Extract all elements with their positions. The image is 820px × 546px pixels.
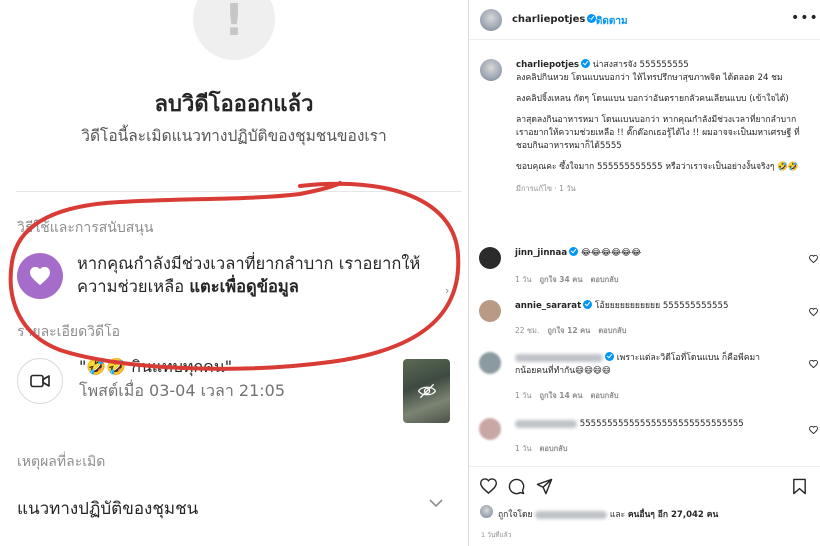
caption-line: ลงคลิปกินหวย โดนแบนบอกว่า ให้ไทรปรึกษาสุ… bbox=[516, 73, 783, 83]
video-posted-date: โพสต์เมื่อ 03-04 เวลา 21:05 bbox=[79, 381, 286, 400]
comment-meta: 1 วัน ถูกใจ 34 คน ตอบกลับ bbox=[515, 274, 627, 286]
likes-and: และ bbox=[609, 510, 626, 520]
liker-avatar[interactable] bbox=[480, 505, 493, 518]
caption-line: ขอบคุณคะ ซึ้งใจมาก 555555555555 หรือว่าเ… bbox=[516, 162, 799, 172]
comment-likes[interactable]: ถูกใจ 12 คน bbox=[547, 326, 590, 335]
reply-button[interactable]: ตอบกลับ bbox=[598, 326, 626, 335]
comment-body: เพราะแต่ละวิดีโอที่โดนแบน ก็คือพีคมากน้อ… bbox=[515, 352, 780, 377]
caption-prefix: น่าสงสารจัง 555555555 bbox=[592, 60, 689, 70]
instagram-post-panel: charliepotjes • ติดตาม ••• charliepotjes… bbox=[469, 0, 820, 546]
blurred-username bbox=[515, 353, 603, 362]
violation-section-label: เหตุผลที่ละเมิด bbox=[17, 454, 106, 470]
comment-body: annie_sararat โอ้ยยยยยยยยยยย 55555555555… bbox=[515, 300, 780, 313]
likes-summary[interactable]: ถูกใจโดย และ คนอื่นๆ อีก 27,042 คน bbox=[498, 507, 718, 521]
likes-prefix: ถูกใจโดย bbox=[498, 510, 533, 520]
chevron-down-icon[interactable] bbox=[428, 498, 444, 508]
eye-off-icon bbox=[417, 383, 436, 399]
follow-button[interactable]: • ติดตาม bbox=[586, 14, 628, 29]
chevron-right-icon[interactable]: › bbox=[445, 284, 449, 297]
removed-video-panel: ! ลบวิดีโอออกแล้ว วิดีโอนี้ละเมิดแนวทางป… bbox=[0, 0, 468, 546]
warning-glyph: ! bbox=[223, 0, 245, 46]
heart-icon bbox=[17, 253, 63, 299]
caption-username[interactable]: charliepotjes bbox=[516, 60, 579, 70]
comment-meta: 1 วัน ถูกใจ 14 คน ตอบกลับ bbox=[515, 390, 627, 402]
help-message[interactable]: หากคุณกำลังมีช่วงเวลาที่ยากลำบาก เราอยาก… bbox=[77, 252, 437, 298]
likes-count[interactable]: คนอื่นๆ อีก 27,042 คน bbox=[628, 510, 718, 520]
comment-avatar[interactable] bbox=[479, 300, 501, 322]
comment-meta: 22 ชม. ถูกใจ 12 คน ตอบกลับ bbox=[515, 325, 634, 337]
comment-likes[interactable]: ถูกใจ 14 คน bbox=[540, 391, 583, 400]
page-subtitle: วิดีโอนี้ละเมิดแนวทางปฏิบัติของชุมชนของเ… bbox=[81, 127, 387, 145]
page-title: ลบวิดีโอออกแล้ว bbox=[154, 92, 314, 117]
like-heart-icon[interactable] bbox=[809, 255, 818, 263]
comment-username[interactable]: annie_sararat bbox=[515, 301, 581, 311]
reply-button[interactable]: ตอบกลับ bbox=[590, 391, 618, 400]
caption-avatar[interactable] bbox=[480, 59, 502, 81]
like-heart-icon[interactable] bbox=[480, 478, 497, 494]
like-heart-icon[interactable] bbox=[809, 426, 818, 434]
community-guidelines-row[interactable]: แนวทางปฏิบัติของชุมชน bbox=[17, 495, 198, 522]
more-options-icon[interactable]: ••• bbox=[791, 10, 819, 26]
divider bbox=[16, 191, 462, 192]
verified-icon bbox=[569, 247, 579, 256]
comment-avatar[interactable] bbox=[479, 352, 501, 374]
blurred-username bbox=[515, 419, 577, 428]
avatar[interactable] bbox=[480, 9, 502, 31]
comment-body: jinn_jinnaa 😂😂😂😂😂😂 bbox=[515, 247, 780, 260]
post-username[interactable]: charliepotjes bbox=[512, 14, 597, 25]
comment-avatar[interactable] bbox=[479, 247, 501, 269]
comment-time: 1 วัน bbox=[515, 444, 532, 453]
help-link[interactable]: แตะเพื่อดูข้อมูล bbox=[189, 277, 299, 296]
post-header: charliepotjes • ติดตาม ••• bbox=[469, 0, 820, 40]
reply-button[interactable]: ตอบกลับ bbox=[540, 444, 568, 453]
comment-time: 1 วัน bbox=[515, 391, 532, 400]
share-icon[interactable] bbox=[536, 478, 553, 495]
support-section-label: วิธีใช้และการสนับสนุน bbox=[17, 220, 154, 236]
verified-icon bbox=[605, 352, 614, 361]
comment-text: 😂😂😂😂😂😂 bbox=[580, 248, 642, 258]
video-thumbnail[interactable] bbox=[403, 359, 450, 423]
like-heart-icon[interactable] bbox=[809, 360, 818, 368]
comment-text: 555555555555555555555555555555 bbox=[579, 419, 744, 429]
comment-icon[interactable] bbox=[508, 478, 525, 495]
video-details-label: รายละเอียดวิดีโอ bbox=[17, 324, 121, 340]
comment-meta: 1 วัน ตอบกลับ bbox=[515, 443, 576, 455]
verified-icon bbox=[583, 300, 593, 309]
caption-line: ลาสุดลงกินอาหารหมา โดนแบนบอกว่า หากคุณกำ… bbox=[516, 115, 800, 151]
post-caption: charliepotjes น่าสงสารจัง 555555555 ลงคลิ… bbox=[516, 59, 806, 195]
caption-line: ลงคลิปจิ้งเหลน กัดๆ โดนแบน บอกว่าอันตราย… bbox=[516, 94, 789, 104]
verified-icon bbox=[581, 59, 591, 68]
reply-button[interactable]: ตอบกลับ bbox=[590, 275, 618, 284]
username-text: charliepotjes bbox=[512, 14, 586, 25]
warning-icon: ! bbox=[193, 0, 275, 60]
video-caption: "🤣🤣 กินแทบทุกคน" bbox=[79, 357, 233, 376]
post-time-ago: 1 วันที่แล้ว bbox=[481, 531, 512, 539]
comment-time: 1 วัน bbox=[515, 275, 532, 284]
comment-avatar[interactable] bbox=[479, 418, 501, 440]
comment-time: 22 ชม. bbox=[515, 326, 540, 335]
like-heart-icon[interactable] bbox=[809, 308, 818, 316]
bookmark-icon[interactable] bbox=[792, 478, 807, 495]
comment-body: 555555555555555555555555555555 bbox=[515, 418, 780, 431]
caption-meta: มีการแก้ไข · 1 วัน bbox=[516, 184, 576, 193]
comment-username[interactable]: jinn_jinnaa bbox=[515, 248, 567, 258]
comment-likes[interactable]: ถูกใจ 34 คน bbox=[540, 275, 583, 284]
follow-label: ติดตาม bbox=[595, 16, 628, 27]
comment-text: โอ้ยยยยยยยยยยย 555555555555 bbox=[594, 301, 729, 311]
video-camera-icon bbox=[17, 358, 63, 404]
blurred-liker bbox=[535, 510, 608, 519]
